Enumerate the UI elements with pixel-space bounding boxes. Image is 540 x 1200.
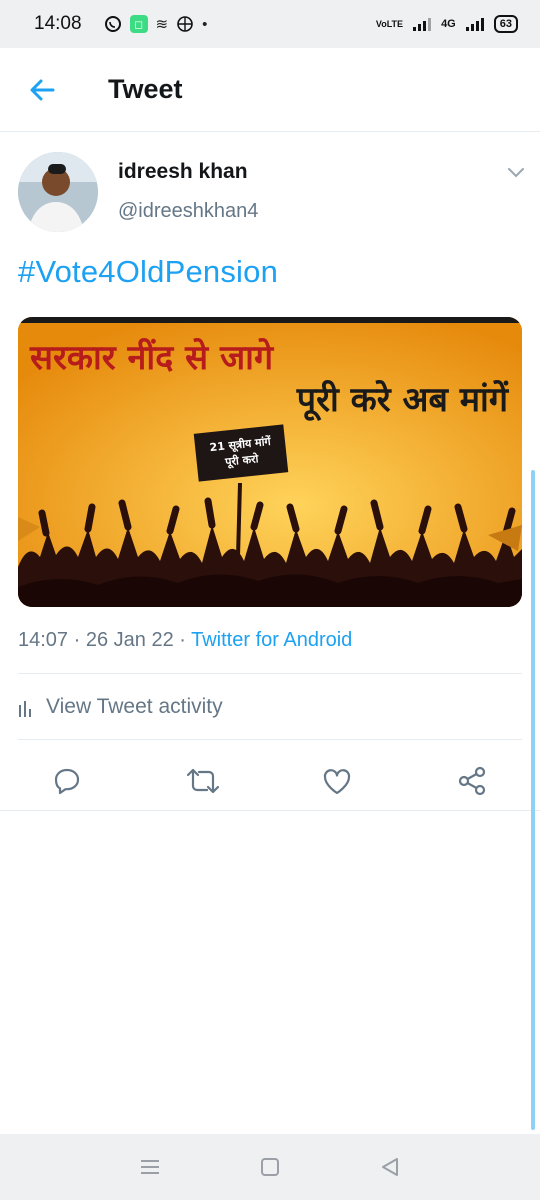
- tweet-time: 14:07: [18, 629, 69, 651]
- like-button[interactable]: [308, 752, 366, 810]
- chevron-down-icon: [508, 168, 524, 178]
- tweet-image[interactable]: सरकार नींद से जागे पूरी करे अब मांगें 21…: [18, 317, 522, 607]
- avatar-photo: [18, 152, 98, 232]
- activity-label: View Tweet activity: [46, 695, 223, 718]
- meta-separator-2: ·: [173, 629, 192, 651]
- tweet-date: 26 Jan 22: [85, 629, 174, 651]
- share-button[interactable]: [443, 752, 501, 810]
- recent-apps-button[interactable]: [130, 1147, 170, 1187]
- bar-chart-icon: [19, 701, 31, 717]
- page-title: Tweet: [108, 74, 183, 104]
- view-tweet-activity-button[interactable]: View Tweet activity: [18, 692, 223, 722]
- heart-icon: [323, 769, 351, 795]
- author-row: idreesh khan @idreeshkhan4: [18, 152, 528, 234]
- back-button[interactable]: [0, 48, 84, 132]
- poster-headline-2: पूरी करे अब मांगें: [296, 380, 508, 420]
- status-time: 14:08: [34, 13, 82, 34]
- network-type-indicator: 4G: [441, 18, 456, 30]
- triangle-back-icon: [382, 1158, 398, 1176]
- retweet-icon: [186, 768, 220, 794]
- tweet-meta: 14:07 · 26 Jan 22 · Twitter for Android: [18, 629, 352, 652]
- tweet-source-link[interactable]: Twitter for Android: [191, 629, 352, 651]
- avatar[interactable]: [18, 152, 98, 232]
- home-square-icon: [261, 1158, 279, 1176]
- scrollbar[interactable]: [531, 470, 535, 1130]
- hashtag-link[interactable]: #Vote4OldPension: [18, 254, 278, 290]
- app-logo-icon: ≋: [155, 15, 169, 33]
- signal-icon-2: [465, 17, 484, 31]
- status-bar: 14:08 ◻ ≋ • VoLTE 4G 63: [0, 0, 540, 48]
- retweet-button[interactable]: [174, 752, 232, 810]
- app-notification-icon: ◻: [129, 15, 148, 33]
- app-header: Tweet: [0, 48, 540, 132]
- meta-separator: ·: [68, 629, 86, 651]
- home-button[interactable]: [250, 1147, 290, 1187]
- battery-indicator: 63: [493, 15, 518, 33]
- more-notifications-dot: •: [202, 15, 208, 33]
- signal-icon: [413, 17, 432, 31]
- divider: [18, 739, 522, 740]
- poster-headline-1: सरकार नींद से जागे: [30, 338, 274, 378]
- reply-icon: [54, 768, 80, 795]
- tweet-options-button[interactable]: [504, 160, 528, 184]
- author-name[interactable]: idreesh khan: [118, 160, 248, 184]
- menu-icon: [141, 1160, 159, 1174]
- arrow-left-icon: [30, 79, 55, 100]
- divider: [0, 810, 540, 811]
- system-nav-bar: [0, 1134, 540, 1200]
- reply-button[interactable]: [38, 752, 96, 810]
- globe-icon: [177, 16, 193, 32]
- author-handle[interactable]: @idreeshkhan4: [118, 200, 258, 223]
- tweet-actions: [0, 752, 540, 810]
- whatsapp-icon: [104, 16, 121, 32]
- volte-indicator: VoLTE: [375, 18, 404, 29]
- placard-line-2: पूरी करो: [224, 452, 259, 469]
- poster-placard: 21 सूत्रीय मांगें पूरी करो: [193, 424, 289, 482]
- divider: [18, 673, 522, 674]
- share-icon: [458, 766, 486, 796]
- system-back-button[interactable]: [370, 1147, 410, 1187]
